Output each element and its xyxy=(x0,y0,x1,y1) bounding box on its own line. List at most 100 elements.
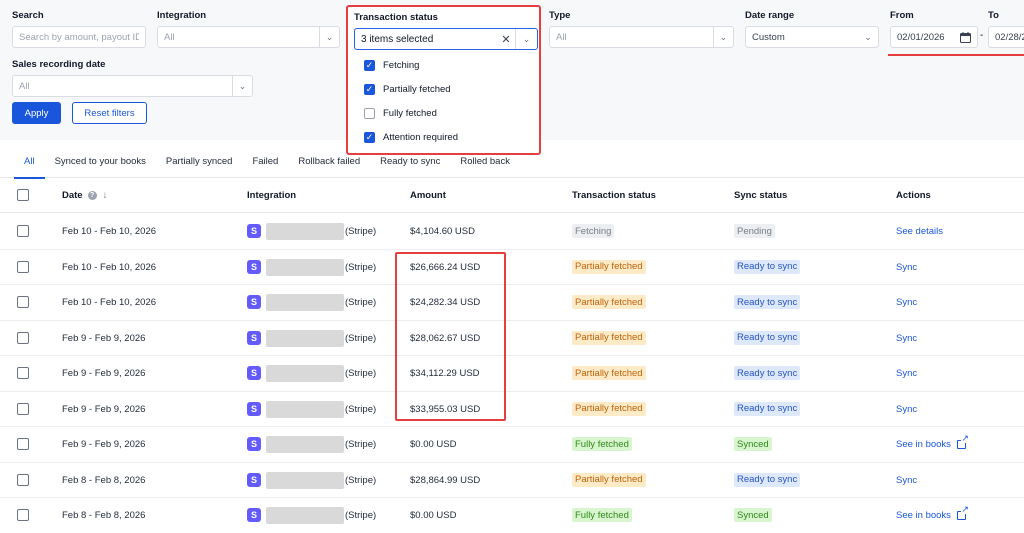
row-integration-source: (Stripe) xyxy=(345,261,377,273)
row-action-link[interactable]: See details xyxy=(896,226,943,237)
sync-status-badge: Ready to sync xyxy=(734,366,801,380)
row-action-link[interactable]: Sync xyxy=(896,297,917,308)
row-checkbox[interactable] xyxy=(17,260,29,273)
date-range-label: Date range xyxy=(745,10,795,21)
row-amount: $26,666.24 USD xyxy=(410,261,481,273)
date-column-header[interactable]: Date ? ↓ xyxy=(62,190,107,201)
sync-status-badge: Ready to sync xyxy=(734,472,801,487)
stripe-icon: S xyxy=(247,472,261,487)
row-amount: $24,282.34 USD xyxy=(410,297,481,308)
row-date: Feb 8 - Feb 8, 2026 xyxy=(62,474,146,486)
row-action-link[interactable]: Sync xyxy=(896,333,917,344)
checkbox-checked-icon[interactable]: ✓ xyxy=(364,83,375,95)
checkbox-unchecked-icon[interactable] xyxy=(364,107,375,119)
option-label: Fully fetched xyxy=(383,107,437,119)
calendar-icon[interactable] xyxy=(960,31,971,43)
row-action-link[interactable]: Sync xyxy=(896,404,917,415)
arrow-down-icon[interactable]: ↓ xyxy=(103,190,108,201)
row-amount: $0.00 USD xyxy=(410,439,457,450)
table-row[interactable]: Feb 8 - Feb 8, 2026 S (Stripe) $28,864.99 U… xyxy=(0,463,1024,498)
stripe-icon: S xyxy=(247,224,261,238)
type-value: All xyxy=(556,31,567,43)
table-row[interactable]: Feb 8 - Feb 8, 2026 S (Stripe) $0.00 USD Ful… xyxy=(0,498,1024,533)
row-checkbox[interactable] xyxy=(17,331,29,344)
chevron-down-icon[interactable]: ⌄ xyxy=(515,29,537,49)
table-row[interactable]: Feb 10 - Feb 10, 2026 S (Stripe) $4,104.60 … xyxy=(0,214,1024,250)
sync-status-badge: Synced xyxy=(734,508,772,522)
transaction-status-option[interactable]: ✓ Attention required xyxy=(354,125,538,149)
redacted-integration-name xyxy=(266,471,344,489)
to-label: To xyxy=(988,10,999,21)
row-action-link[interactable]: Sync xyxy=(896,475,917,486)
row-checkbox[interactable] xyxy=(17,402,29,415)
row-date: Feb 9 - Feb 9, 2026 xyxy=(62,403,146,415)
table-row[interactable]: Feb 9 - Feb 9, 2026 S (Stripe) $0.00 USD Ful… xyxy=(0,427,1024,463)
tab-synced-to-your-books[interactable]: Synced to your books xyxy=(45,146,156,178)
row-integration-source: (Stripe) xyxy=(345,474,377,486)
row-action-link[interactable]: See in books xyxy=(896,505,969,521)
redacted-integration-name xyxy=(266,507,344,524)
redacted-integration-name xyxy=(266,329,344,347)
row-checkbox[interactable] xyxy=(17,438,29,450)
row-integration-source: (Stripe) xyxy=(345,510,377,521)
from-date-field[interactable]: 02/01/2026 xyxy=(890,26,978,48)
redacted-integration-name xyxy=(266,400,344,418)
redacted-integration-name xyxy=(266,294,344,311)
row-amount: $34,112.29 USD xyxy=(410,368,480,379)
table-row[interactable]: Feb 9 - Feb 9, 2026 S (Stripe) $34,112.29 U… xyxy=(0,356,1024,392)
transaction-status-option[interactable]: ✓ Partially fetched xyxy=(354,77,538,101)
row-date: Feb 8 - Feb 8, 2026 xyxy=(62,510,146,521)
date-range-select[interactable]: Custom ⌄ xyxy=(745,26,879,48)
sync-status-badge: Synced xyxy=(734,437,772,451)
row-checkbox[interactable] xyxy=(17,225,29,237)
row-checkbox[interactable] xyxy=(17,296,29,308)
select-all-checkbox[interactable] xyxy=(17,189,29,201)
table-row[interactable]: Feb 10 - Feb 10, 2026 S (Stripe) $26,666.24… xyxy=(0,250,1024,285)
search-field[interactable] xyxy=(12,26,146,48)
integration-column-header: Integration xyxy=(247,190,297,201)
external-link-icon xyxy=(956,434,969,449)
tab-partially-synced[interactable]: Partially synced xyxy=(156,146,243,178)
sync-status-badge: Ready to sync xyxy=(734,295,801,309)
to-date-field[interactable]: 02/28/2 xyxy=(988,26,1024,48)
transaction-status-badge: Partially fetched xyxy=(572,295,646,309)
integration-select[interactable]: All ⌄ xyxy=(157,26,340,48)
option-label: Partially fetched xyxy=(383,83,451,95)
tab-failed[interactable]: Failed xyxy=(242,146,288,178)
transaction-status-value: 3 items selected xyxy=(361,33,434,45)
integration-label: Integration xyxy=(157,10,207,21)
checkbox-checked-icon[interactable]: ✓ xyxy=(364,59,375,71)
checkbox-checked-icon[interactable]: ✓ xyxy=(364,131,375,143)
reset-filters-button[interactable]: Reset filters xyxy=(72,102,147,124)
action-label: Sync xyxy=(896,368,918,379)
row-action-link[interactable]: See in books xyxy=(896,434,969,450)
row-amount: $28,864.99 USD xyxy=(410,474,481,486)
sales-recording-date-select[interactable]: All ⌄ xyxy=(12,75,253,97)
date-separator: - xyxy=(980,30,984,41)
transaction-status-option[interactable]: ✓ Fetching xyxy=(354,53,538,77)
row-checkbox[interactable] xyxy=(17,367,29,379)
row-action-link[interactable]: Sync xyxy=(896,368,917,379)
row-checkbox[interactable] xyxy=(17,473,29,486)
stripe-icon: S xyxy=(247,401,261,416)
row-amount: $0.00 USD xyxy=(410,510,457,521)
transaction-status-option[interactable]: Fully fetched xyxy=(354,101,538,125)
apply-button[interactable]: Apply xyxy=(12,102,61,124)
external-link-icon xyxy=(956,505,969,520)
type-select[interactable]: All ⌄ xyxy=(549,26,734,48)
row-action-link[interactable]: Sync xyxy=(896,262,917,273)
stripe-icon: S xyxy=(247,295,261,309)
search-input[interactable] xyxy=(19,31,139,43)
transaction-status-select[interactable]: 3 items selected ✕ ⌄ xyxy=(354,28,538,50)
table-row[interactable]: Feb 10 - Feb 10, 2026 S (Stripe) $24,282.34… xyxy=(0,285,1024,321)
table-row[interactable]: Feb 9 - Feb 9, 2026 S (Stripe) $33,955.03 U… xyxy=(0,392,1024,427)
redacted-integration-name xyxy=(266,436,344,453)
integration-value: All xyxy=(164,31,175,43)
tab-all[interactable]: All xyxy=(14,146,45,179)
row-integration-source: (Stripe) xyxy=(345,226,377,237)
row-date: Feb 9 - Feb 9, 2026 xyxy=(62,332,146,344)
clear-icon[interactable]: ✕ xyxy=(497,33,515,46)
row-checkbox[interactable] xyxy=(17,509,29,521)
table-row[interactable]: Feb 9 - Feb 9, 2026 S (Stripe) $28,062.67 U… xyxy=(0,321,1024,356)
action-label: Sync xyxy=(896,403,918,415)
